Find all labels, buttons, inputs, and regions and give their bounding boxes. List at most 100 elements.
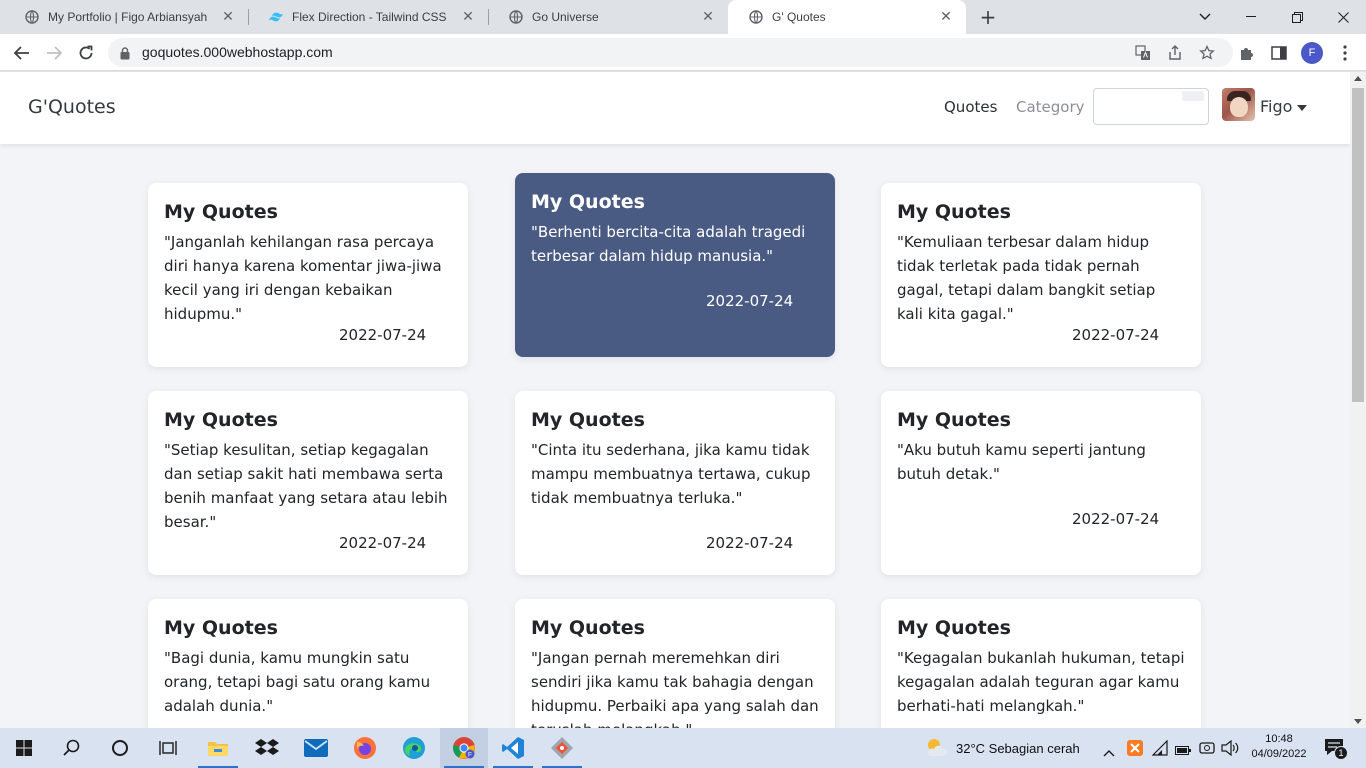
scrollbar-thumb[interactable]: [1352, 88, 1364, 402]
quote-card[interactable]: My Quotes "Cinta itu sederhana, jika kam…: [515, 391, 835, 575]
globe-icon: [24, 9, 40, 25]
volume-icon[interactable]: [1221, 739, 1239, 760]
browser-tab-strip: My Portfolio | Figo Arbiansyah ✕ Flex Di…: [0, 0, 1366, 34]
quote-card[interactable]: My Quotes "Aku butuh kamu seperti jantun…: [881, 391, 1201, 575]
windows-start-icon[interactable]: [0, 728, 48, 768]
side-panel-icon[interactable]: [1268, 42, 1290, 64]
extensions-puzzle-icon[interactable]: [1236, 42, 1258, 64]
profile-initial: F: [1301, 42, 1323, 64]
quote-card-date: 2022-07-24: [706, 292, 794, 310]
dropbox-icon[interactable]: [243, 728, 291, 768]
quote-card-text: "Aku butuh kamu seperti jantung butuh de…: [897, 441, 1146, 483]
browser-toolbar: goquotes.000webhostapp.com F: [0, 34, 1366, 71]
battery-icon[interactable]: [1175, 741, 1191, 760]
quote-card-text: "Bagi dunia, kamu mungkin satu orang, te…: [164, 649, 431, 715]
file-explorer-icon[interactable]: [194, 728, 242, 768]
forward-arrow-icon[interactable]: [41, 40, 67, 66]
quote-card-date: 2022-07-24: [1072, 326, 1160, 344]
quote-card-text: "Kegagalan bukanlah hukuman, tetapi kega…: [897, 649, 1185, 715]
new-tab-button[interactable]: +: [976, 5, 1000, 29]
search-icon[interactable]: [48, 728, 96, 768]
tab-title: Flex Direction - Tailwind CSS: [292, 10, 447, 24]
close-icon[interactable]: ✕: [938, 9, 954, 25]
weather-text[interactable]: 32°C Sebagian cerah: [956, 741, 1080, 756]
system-clock[interactable]: 10:48 04/09/2022: [1246, 732, 1312, 762]
restore-icon[interactable]: [1274, 0, 1320, 34]
close-icon[interactable]: ✕: [220, 9, 236, 25]
search-input[interactable]: [1093, 88, 1209, 125]
clock-date: 04/09/2022: [1251, 748, 1307, 760]
firefox-icon[interactable]: [341, 728, 389, 768]
tab-search-chevron-icon[interactable]: [1182, 0, 1228, 34]
translate-icon[interactable]: [1133, 43, 1153, 63]
quote-card-title: My Quotes: [531, 409, 645, 431]
quote-card-title: My Quotes: [531, 617, 645, 639]
weather-icon[interactable]: [924, 736, 948, 762]
cortana-icon[interactable]: [96, 728, 144, 768]
tailwind-icon: [268, 9, 284, 25]
quote-card-featured[interactable]: My Quotes "Berhenti bercita-cita adalah …: [515, 173, 835, 357]
back-arrow-icon[interactable]: [9, 40, 35, 66]
quote-card-title: My Quotes: [164, 617, 278, 639]
site-brand[interactable]: G'Quotes: [28, 96, 116, 118]
scroll-up-arrow-icon[interactable]: [1354, 76, 1362, 81]
lock-icon[interactable]: [120, 45, 130, 64]
quote-card-text: "Janganlah kehilangan rasa percaya diri …: [164, 233, 442, 323]
quote-card-date: 2022-07-24: [339, 534, 427, 552]
chevron-up-icon[interactable]: [1103, 742, 1115, 761]
edge-icon[interactable]: [390, 728, 438, 768]
quote-card-text: "Cinta itu sederhana, jika kamu tidak ma…: [531, 441, 811, 507]
quote-card-text: "Berhenti bercita-cita adalah tragedi te…: [531, 223, 806, 265]
bookmark-star-icon[interactable]: [1197, 43, 1217, 63]
search-input-addon: [1182, 91, 1204, 101]
tab-title: G' Quotes: [772, 10, 826, 24]
git-icon[interactable]: [538, 728, 586, 768]
avatar[interactable]: [1222, 88, 1255, 121]
caret-down-icon[interactable]: [1297, 105, 1307, 111]
clock-time: 10:48: [1265, 733, 1293, 745]
browser-tab-gquotes[interactable]: G' Quotes ✕: [728, 0, 966, 34]
quote-card[interactable]: My Quotes "Kemuliaan terbesar dalam hidu…: [881, 183, 1201, 367]
quote-card[interactable]: My Quotes "Bagi dunia, kamu mungkin satu…: [148, 599, 468, 728]
vscode-icon[interactable]: [489, 728, 537, 768]
globe-icon: [508, 9, 524, 25]
address-bar[interactable]: goquotes.000webhostapp.com: [108, 38, 1233, 67]
task-view-icon[interactable]: [144, 728, 192, 768]
notification-center-icon[interactable]: 1: [1324, 738, 1348, 760]
reload-icon[interactable]: [73, 40, 99, 66]
share-icon[interactable]: [1165, 43, 1185, 63]
minimize-icon[interactable]: [1228, 0, 1274, 34]
projector-icon[interactable]: [1199, 740, 1215, 760]
close-icon[interactable]: ✕: [700, 9, 716, 25]
wifi-icon[interactable]: [1151, 739, 1168, 760]
browser-tab-tailwind[interactable]: Flex Direction - Tailwind CSS ✕: [248, 0, 488, 34]
quote-card[interactable]: My Quotes "Janganlah kehilangan rasa per…: [148, 183, 468, 367]
page-viewport: G'Quotes Quotes Category Figo My Quotes …: [0, 72, 1350, 728]
kebab-menu-icon[interactable]: [1334, 42, 1356, 64]
tab-title: Go Universe: [532, 10, 599, 24]
profile-avatar-icon[interactable]: F: [1301, 42, 1323, 64]
svg-text:F: F: [468, 752, 472, 759]
globe-icon: [748, 9, 764, 25]
user-menu-name[interactable]: Figo: [1260, 97, 1292, 116]
browser-tab-portfolio[interactable]: My Portfolio | Figo Arbiansyah ✕: [4, 0, 248, 34]
site-navbar: G'Quotes Quotes Category Figo: [0, 72, 1350, 144]
chrome-icon[interactable]: F: [440, 728, 488, 768]
browser-tab-go-universe[interactable]: Go Universe ✕: [488, 0, 728, 34]
xampp-tray-icon[interactable]: [1127, 740, 1143, 760]
quote-card[interactable]: My Quotes "Kegagalan bukanlah hukuman, t…: [881, 599, 1201, 728]
nav-link-quotes[interactable]: Quotes: [944, 98, 997, 116]
quote-card[interactable]: My Quotes "Setiap kesulitan, setiap kega…: [148, 391, 468, 575]
quote-card[interactable]: My Quotes "Jangan pernah meremehkan diri…: [515, 599, 835, 728]
quote-card-title: My Quotes: [531, 191, 645, 213]
mail-icon[interactable]: [292, 728, 340, 768]
notification-count-badge: 1: [1334, 746, 1348, 760]
quote-card-date: 2022-07-24: [706, 534, 794, 552]
quote-card-title: My Quotes: [164, 201, 278, 223]
nav-link-category[interactable]: Category: [1016, 98, 1085, 116]
page-scrollbar[interactable]: [1350, 72, 1366, 728]
scroll-down-arrow-icon[interactable]: [1354, 719, 1362, 724]
close-icon[interactable]: ✕: [460, 9, 476, 25]
quote-card-text: "Kemuliaan terbesar dalam hidup tidak te…: [897, 233, 1156, 323]
close-window-icon[interactable]: [1320, 0, 1366, 34]
